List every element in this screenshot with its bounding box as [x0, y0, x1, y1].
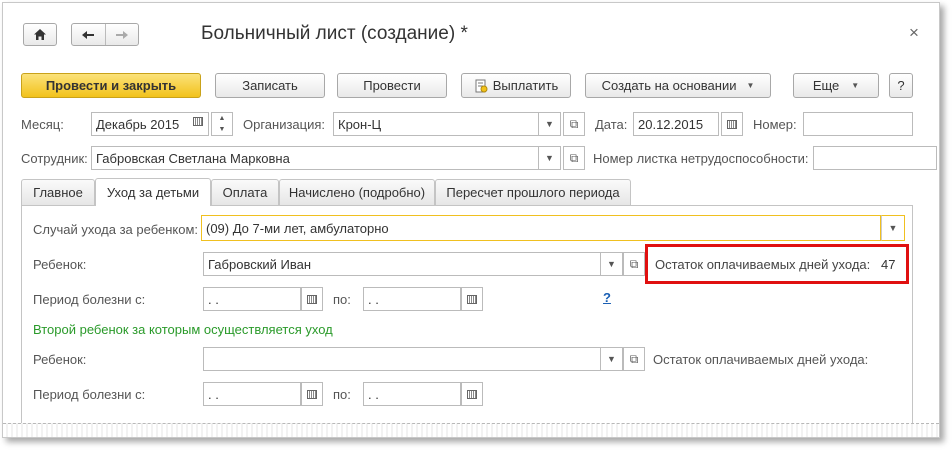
care-case-field[interactable]: (09) До 7-ми лет, амбулаторно [201, 215, 881, 241]
period2-to-calendar-button[interactable] [461, 382, 483, 406]
dropdown-triangle-icon: ▼ [851, 81, 860, 90]
date-calendar-button[interactable] [721, 112, 743, 136]
create-based-label: Создать на основании [601, 78, 737, 93]
dropdown-triangle-icon: ▼ [888, 223, 898, 233]
number-field[interactable] [803, 112, 913, 136]
close-icon[interactable]: × [909, 23, 919, 43]
torn-edge [3, 423, 939, 437]
nav-buttons [71, 23, 139, 46]
arrow-left-icon [82, 30, 95, 39]
child-field[interactable]: Габровский Иван [203, 252, 601, 276]
calendar-icon [467, 389, 477, 399]
forward-button[interactable] [106, 24, 139, 45]
child2-field[interactable] [203, 347, 601, 371]
dropdown-triangle-icon: ▼ [746, 81, 755, 90]
help-link[interactable]: ? [603, 290, 611, 305]
back-button[interactable] [72, 24, 106, 45]
child-open-button[interactable]: ⧉ [623, 252, 645, 276]
child-dropdown[interactable]: ▼ [601, 252, 623, 276]
document-window: Больничный лист (создание) * × Провести … [2, 2, 940, 438]
organization-field[interactable]: Крон-Ц [333, 112, 539, 136]
highlight-frame [645, 244, 909, 284]
organization-dropdown[interactable]: ▼ [539, 112, 561, 136]
create-based-on-button[interactable]: Создать на основании ▼ [585, 73, 771, 98]
calendar-icon [467, 294, 477, 304]
open-form-icon: ⧉ [569, 150, 579, 165]
sheet-number-label: Номер листка нетрудоспособности: [593, 151, 809, 166]
period-to-label: по: [333, 292, 351, 307]
child-label: Ребенок: [33, 257, 87, 272]
sheet-number-field[interactable] [813, 146, 937, 170]
period-from-field[interactable]: . . [203, 287, 301, 311]
dropdown-triangle-icon: ▼ [545, 153, 554, 163]
period2-from-label: Период болезни с: [33, 387, 146, 402]
period2-from-field[interactable]: . . [203, 382, 301, 406]
date-field[interactable]: 20.12.2015 [633, 112, 719, 136]
employee-field[interactable]: Габровская Светлана Марковна [91, 146, 539, 170]
window-title: Больничный лист (создание) * [201, 23, 468, 44]
more-button[interactable]: Еще ▼ [793, 73, 879, 98]
tab-recalc-previous[interactable]: Пересчет прошлого периода [435, 179, 631, 205]
number-label: Номер: [753, 117, 797, 132]
period2-to-label: по: [333, 387, 351, 402]
care-case-dropdown[interactable]: ▼ [881, 215, 905, 241]
dropdown-triangle-icon: ▼ [607, 259, 616, 269]
tab-payment[interactable]: Оплата [211, 179, 279, 205]
period-to-calendar-button[interactable] [461, 287, 483, 311]
calendar-icon[interactable] [193, 117, 203, 126]
dropdown-triangle-icon: ▼ [545, 119, 554, 129]
month-field[interactable]: Декабрь 2015 [91, 112, 209, 136]
arrow-right-icon [115, 30, 128, 39]
open-form-icon: ⧉ [569, 116, 579, 131]
post-button[interactable]: Провести [337, 73, 447, 98]
help-button[interactable]: ? [889, 73, 913, 98]
document-pay-icon [475, 79, 488, 92]
remaining-days2-label: Остаток оплачиваемых дней ухода: [653, 352, 869, 367]
period-to-field[interactable]: . . [363, 287, 461, 311]
tab-accrued-detail[interactable]: Начислено (подробно) [279, 179, 435, 205]
home-button[interactable] [23, 23, 57, 46]
second-child-header: Второй ребенок за которым осуществляется… [33, 322, 333, 337]
pay-label: Выплатить [492, 78, 559, 93]
organization-label: Организация: [243, 117, 326, 132]
child2-open-button[interactable]: ⧉ [623, 347, 645, 371]
dropdown-triangle-icon: ▼ [607, 354, 616, 364]
more-label: Еще [812, 78, 840, 93]
month-label: Месяц: [21, 117, 64, 132]
tab-main[interactable]: Главное [21, 179, 95, 205]
child2-label: Ребенок: [33, 352, 87, 367]
open-form-icon: ⧉ [629, 351, 639, 366]
period2-from-calendar-button[interactable] [301, 382, 323, 406]
employee-label: Сотрудник: [21, 151, 88, 166]
month-spinner[interactable]: ▲ ▼ [211, 112, 233, 136]
period-from-label: Период болезни с: [33, 292, 146, 307]
employee-dropdown[interactable]: ▼ [539, 146, 561, 170]
date-label: Дата: [595, 117, 628, 132]
pay-button[interactable]: Выплатить [461, 73, 571, 98]
organization-open-button[interactable]: ⧉ [563, 112, 585, 136]
period-from-calendar-button[interactable] [301, 287, 323, 311]
calendar-icon [307, 294, 317, 304]
period2-to-field[interactable]: . . [363, 382, 461, 406]
care-case-label: Случай ухода за ребенком: [33, 222, 199, 237]
open-form-icon: ⧉ [629, 256, 639, 271]
calendar-icon [727, 119, 737, 129]
employee-open-button[interactable]: ⧉ [563, 146, 585, 170]
home-icon [34, 29, 46, 40]
save-button[interactable]: Записать [215, 73, 325, 98]
tab-child-care[interactable]: Уход за детьми [95, 178, 211, 206]
calendar-icon [307, 389, 317, 399]
post-and-close-button[interactable]: Провести и закрыть [21, 73, 201, 98]
child2-dropdown[interactable]: ▼ [601, 347, 623, 371]
